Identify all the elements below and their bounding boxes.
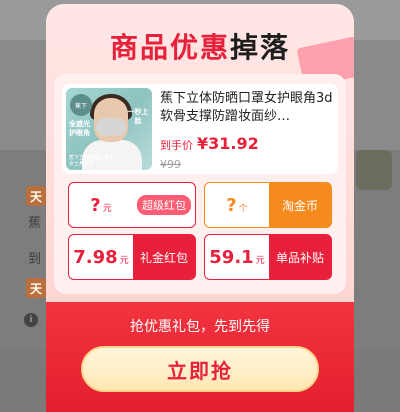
- coupon-value: 59.1: [209, 247, 254, 268]
- popup-title-dark: 掉落: [230, 31, 291, 64]
- promo-popup: 商品优惠掉落 蕉下 全遮光护眼角 一秒上脸 蕉下立体防晒口罩 L 女士鼻护款 蕉…: [46, 4, 354, 412]
- grab-now-button[interactable]: 立即抢: [81, 346, 319, 392]
- coupon-value: ?: [226, 195, 237, 216]
- coupon-unit: 个: [238, 204, 248, 214]
- coupon-item-subsidy[interactable]: 59.1 元 单品补贴: [204, 234, 332, 280]
- background-thumbnail: [356, 150, 392, 190]
- background-text: 蕉: [28, 216, 42, 231]
- price-label: 到手价: [160, 139, 193, 152]
- coupon-label: 淘金币: [269, 183, 331, 227]
- background-text: 到: [28, 252, 42, 267]
- info-icon: i: [24, 313, 38, 327]
- price-row: 到手价 ¥31.92: [160, 134, 259, 153]
- original-price: ¥99: [160, 158, 181, 171]
- coupon-value: ?: [90, 195, 101, 216]
- product-thumbnail: 蕉下 全遮光护眼角 一秒上脸 蕉下立体防晒口罩 L 女士鼻护款: [66, 88, 152, 170]
- product-card[interactable]: 蕉下 全遮光护眼角 一秒上脸 蕉下立体防晒口罩 L 女士鼻护款 蕉下立体防晒口罩…: [62, 84, 338, 174]
- promo-caption: 抢优惠礼包，先到先得: [130, 319, 270, 335]
- coupon-label: 超级红包: [136, 194, 192, 216]
- thumb-footer: 蕉下立体防晒口罩 L 女士鼻护款: [69, 155, 114, 167]
- coupon-gift-red-packet[interactable]: 7.98 元 礼金红包: [68, 234, 196, 280]
- coupon-unit: 元: [255, 256, 265, 266]
- popup-bottom: 抢优惠礼包，先到先得 立即抢: [46, 302, 354, 412]
- coupon-amount: ? 元: [69, 183, 133, 227]
- coupon-unit: 元: [102, 204, 112, 214]
- coupon-amount: ? 个: [205, 183, 269, 227]
- coupon-label-wrap: 超级红包: [133, 183, 195, 227]
- price-value: ¥31.92: [197, 134, 259, 153]
- brand-logo: 蕉下: [70, 94, 92, 116]
- thumb-mask: [96, 118, 126, 136]
- coupon-label: 单品补贴: [269, 235, 331, 279]
- popup-title-red: 商品优惠: [109, 31, 230, 64]
- coupon-amount: 59.1 元: [205, 235, 269, 279]
- coupon-value: 7.98: [73, 247, 118, 268]
- coupon-super-red-packet[interactable]: ? 元 超级红包: [68, 182, 196, 228]
- coupon-amount: 7.98 元: [69, 235, 133, 279]
- product-name: 蕉下立体防晒口罩女护眼角3d软骨支撑防蹭妆面纱…: [160, 91, 333, 124]
- thumb-tag-right: 一秒上脸: [127, 108, 149, 125]
- background-tag: 天: [26, 278, 46, 298]
- coupon-label: 礼金红包: [133, 235, 195, 279]
- coupon-taojinbi[interactable]: ? 个 淘金币: [204, 182, 332, 228]
- thumb-tag-left: 全遮光护眼角: [69, 120, 90, 137]
- background-tag: 天: [26, 186, 46, 206]
- coupon-unit: 元: [119, 256, 129, 266]
- popup-title: 商品优惠掉落: [46, 26, 354, 66]
